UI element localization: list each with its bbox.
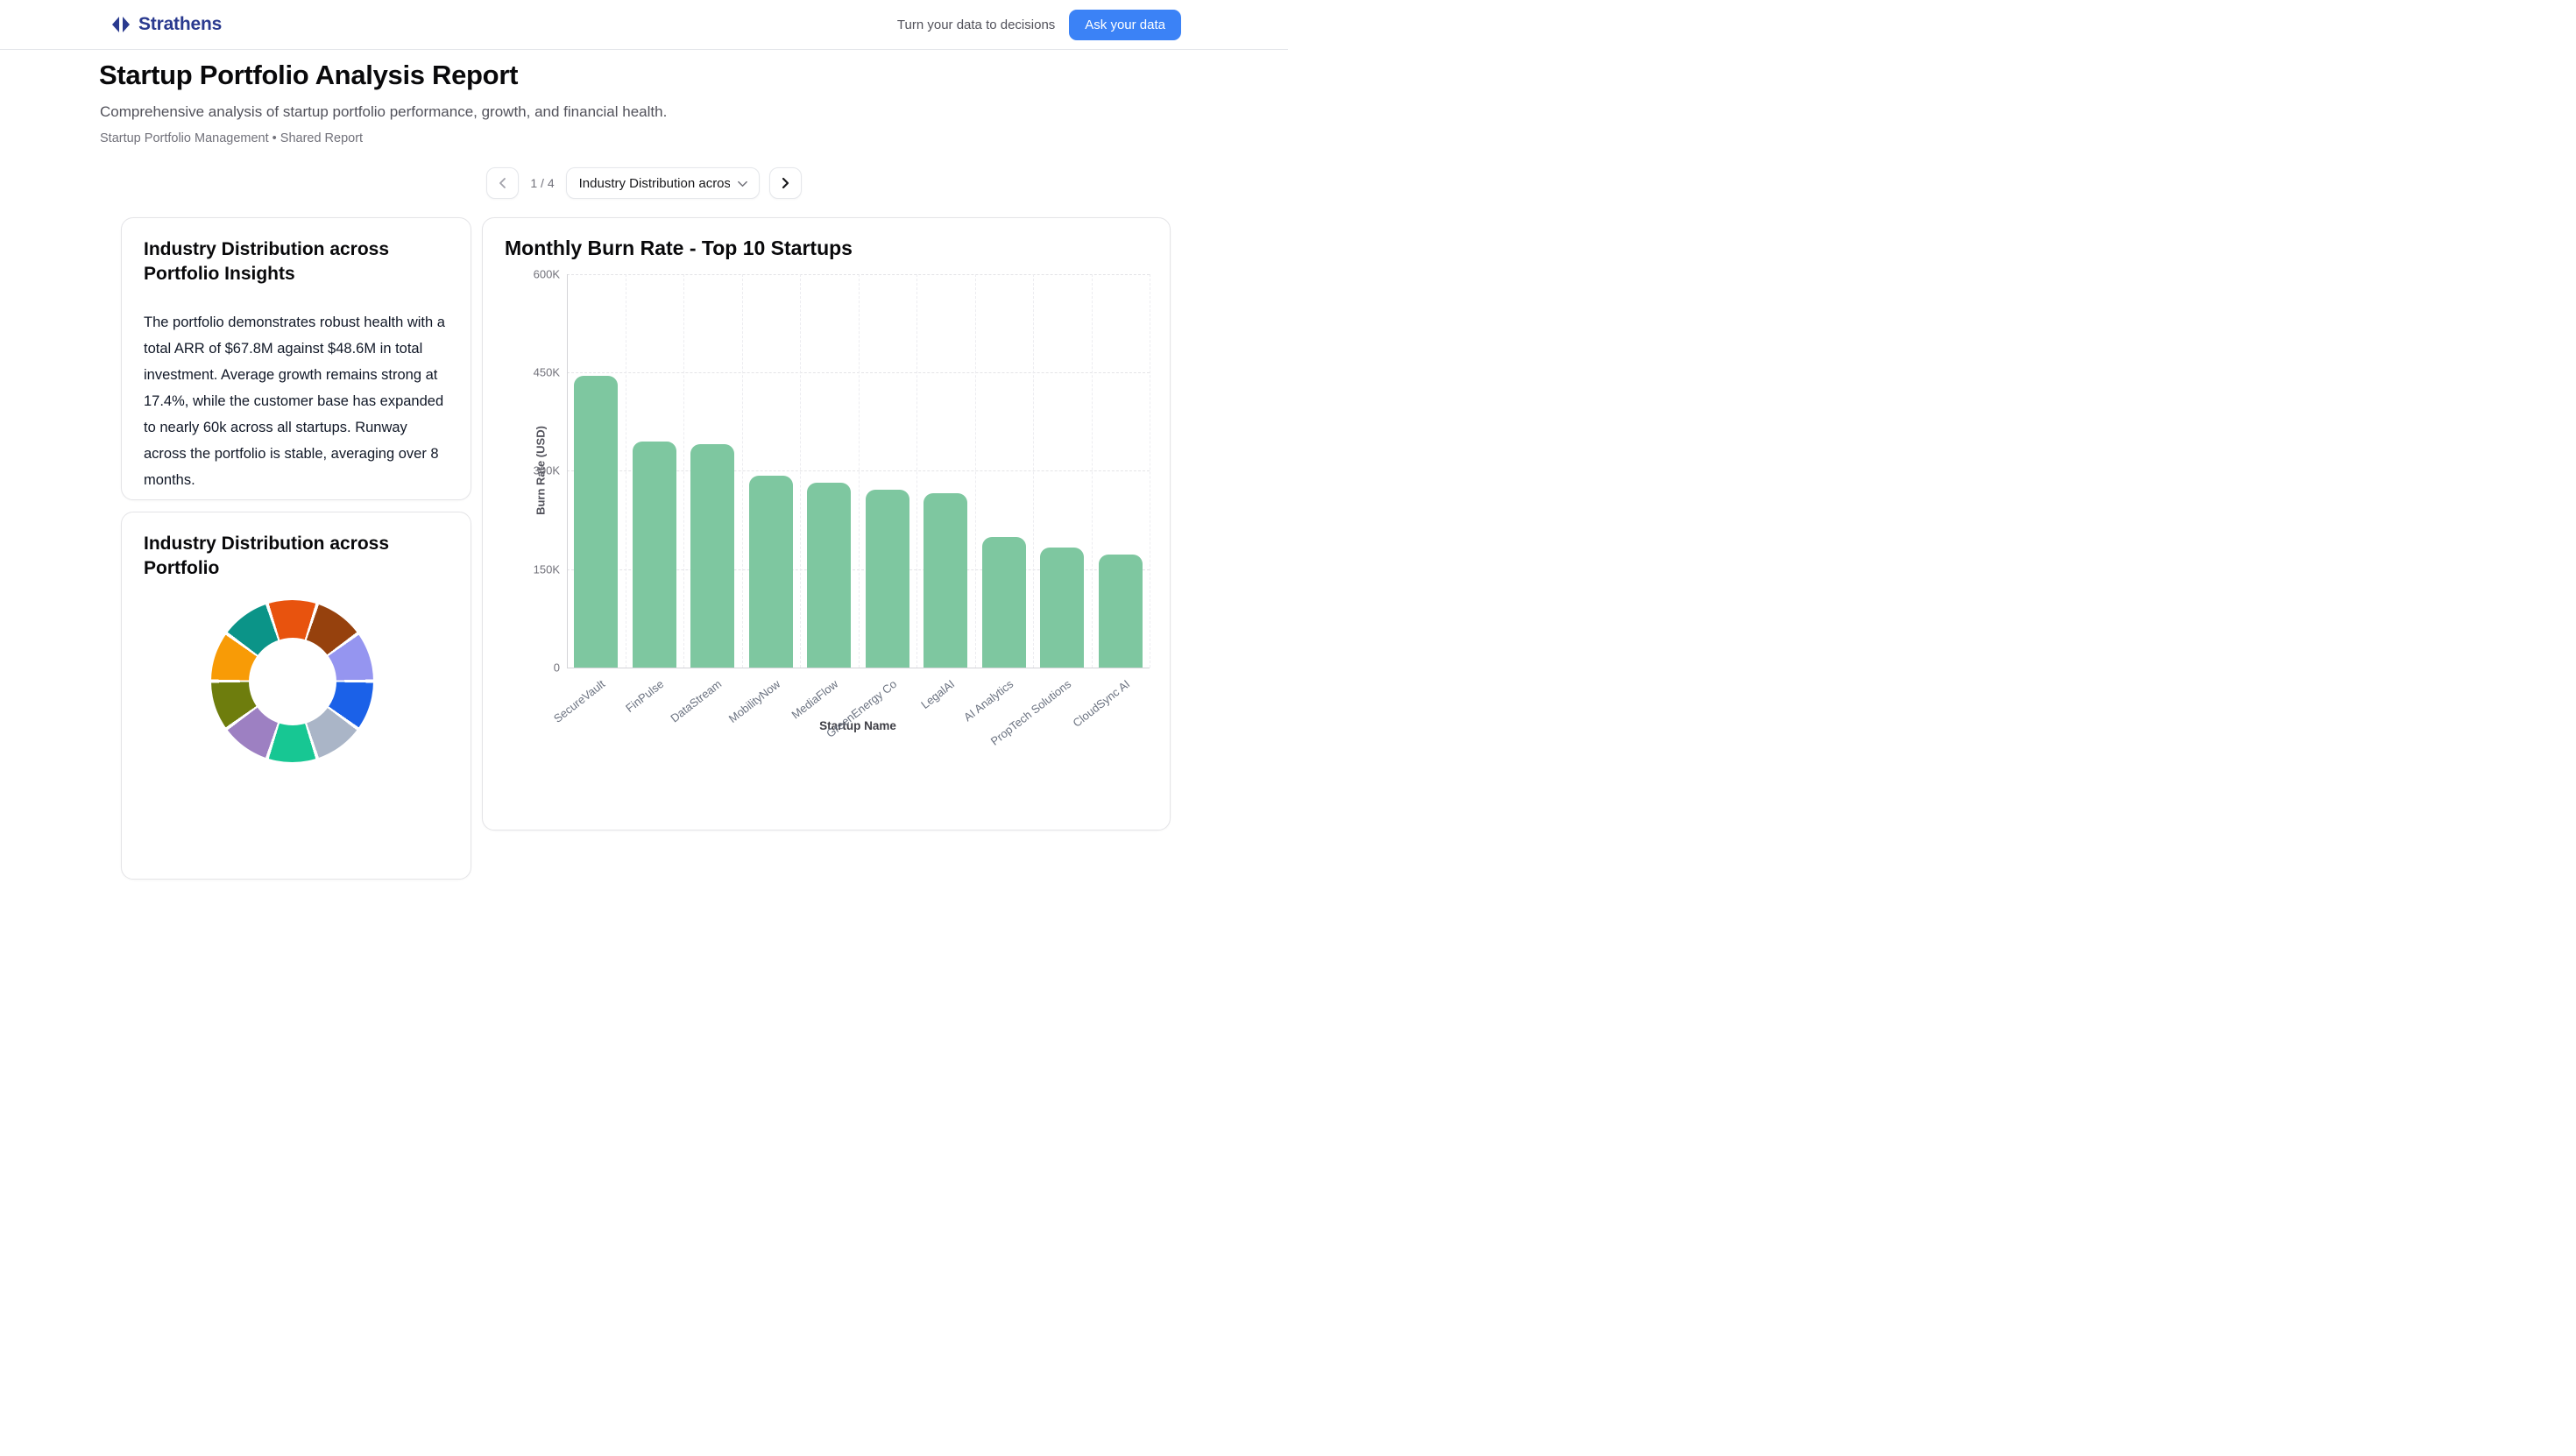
bar-securevault xyxy=(574,376,618,668)
v-gridline xyxy=(859,274,860,668)
donut-card-title: Industry Distribution across Portfolio xyxy=(144,532,433,581)
bar-greenenergy-co xyxy=(866,490,909,668)
chart-select-dropdown[interactable]: Industry Distribution acros… xyxy=(566,167,760,199)
y-tick-label: 450K xyxy=(521,365,560,378)
v-gridline xyxy=(975,274,976,668)
v-gridline xyxy=(683,274,684,668)
v-gridline xyxy=(1092,274,1093,668)
page-title: Startup Portfolio Analysis Report xyxy=(99,60,518,91)
bar-datastream xyxy=(690,444,734,668)
brand-logo[interactable]: Strathens xyxy=(111,14,222,35)
prev-chart-button[interactable] xyxy=(486,167,519,199)
y-tick-label: 0 xyxy=(521,661,560,675)
y-tick-label: 300K xyxy=(521,464,560,477)
v-gridline xyxy=(916,274,917,668)
x-tick-label: LegalAI xyxy=(919,677,958,711)
x-tick-label: CloudSync AI xyxy=(1070,677,1132,730)
bar-mobilitynow xyxy=(749,476,793,668)
bar-finpulse xyxy=(633,442,676,668)
top-nav: Strathens Turn your data to decisions As… xyxy=(0,0,1288,50)
y-tick-label: 600K xyxy=(521,267,560,280)
burn-rate-card: Monthly Burn Rate - Top 10 Startups Burn… xyxy=(482,217,1171,830)
bar-mediaflow xyxy=(807,483,851,668)
x-tick-label: SecureVault xyxy=(551,677,607,725)
brand-name: Strathens xyxy=(138,14,222,35)
page-meta: Startup Portfolio Management • Shared Re… xyxy=(100,131,363,145)
bar-cloudsync-ai xyxy=(1099,555,1143,668)
x-tick-label: MobilityNow xyxy=(726,677,782,725)
insights-card: Industry Distribution across Portfolio I… xyxy=(121,217,471,500)
chevron-right-icon xyxy=(779,177,791,189)
x-tick-label: MediaFlow xyxy=(789,677,841,722)
header-tagline: Turn your data to decisions xyxy=(897,18,1055,32)
v-gridline xyxy=(800,274,801,668)
industry-donut-chart xyxy=(211,600,373,762)
bar-proptech-solutions xyxy=(1040,548,1084,668)
x-tick-label: FinPulse xyxy=(623,677,666,715)
bar-legalai xyxy=(924,493,967,668)
x-tick-label: AI Analytics xyxy=(961,677,1016,724)
brand-diamond-icon xyxy=(111,15,131,34)
burn-rate-bar-chart: Burn Rate (USD) Startup Name 0150K300K45… xyxy=(483,218,1170,830)
v-gridline xyxy=(1033,274,1034,668)
ask-your-data-button[interactable]: Ask your data xyxy=(1069,10,1181,40)
next-chart-button[interactable] xyxy=(769,167,802,199)
chevron-left-icon xyxy=(497,177,509,189)
insights-card-body: The portfolio demonstrates robust health… xyxy=(144,309,449,493)
y-tick-label: 150K xyxy=(521,562,560,576)
bar-ai-analytics xyxy=(982,537,1026,668)
chevron-down-icon xyxy=(737,178,748,189)
chart-select-value: Industry Distribution acros… xyxy=(579,176,730,191)
industry-donut-card: Industry Distribution across Portfolio xyxy=(121,512,471,880)
v-gridline xyxy=(742,274,743,668)
page-subtitle: Comprehensive analysis of startup portfo… xyxy=(100,103,667,121)
insights-card-title: Industry Distribution across Portfolio I… xyxy=(144,237,433,286)
pager-counter: 1 / 4 xyxy=(530,176,554,190)
y-axis-line xyxy=(567,274,568,668)
page: Strathens Turn your data to decisions As… xyxy=(0,0,1288,728)
chart-pager: 1 / 4 Industry Distribution acros… xyxy=(0,167,1288,199)
x-tick-label: DataStream xyxy=(669,677,725,725)
